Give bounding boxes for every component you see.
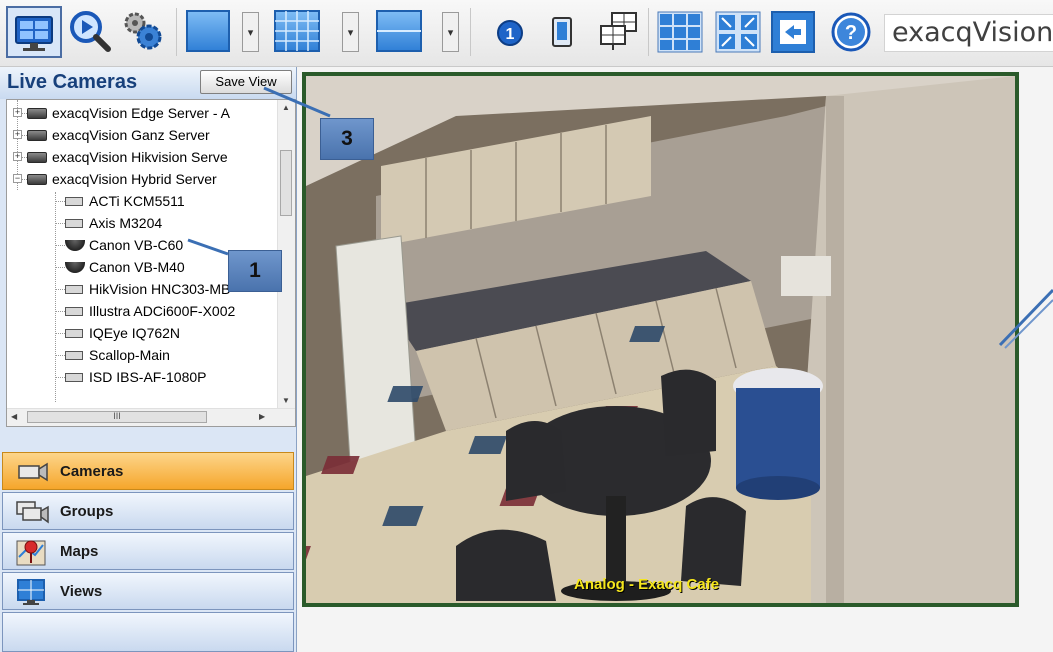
callout-1: 1 xyxy=(228,250,282,292)
callout-3: 3 xyxy=(320,118,374,160)
callout-pointers xyxy=(187,86,1053,349)
